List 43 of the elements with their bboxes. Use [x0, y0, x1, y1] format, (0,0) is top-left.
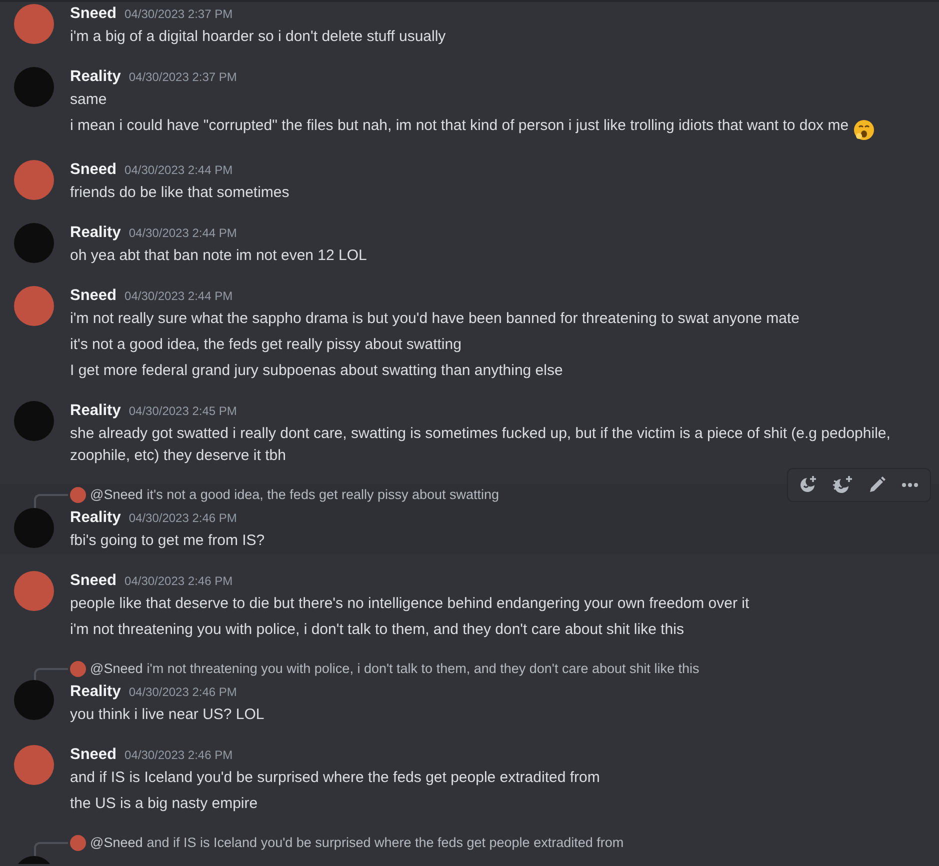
timestamp: 04/30/2023 2:46 PM [124, 747, 233, 764]
username: Sneed [70, 571, 117, 592]
timestamp: 04/30/2023 2:37 PM [128, 69, 237, 86]
message-text: the US is a big nasty empire [70, 794, 259, 814]
message-text: I get more federal grand jury subpoenas about swatting than anything else [70, 361, 564, 382]
timestamp: 04/30/2023 2:46 PM [124, 573, 233, 590]
message-text: i'm not really sure what the sappho drama is but you'd have been banned for threatening to swat anyone mate [70, 309, 801, 330]
message-text: you think i live near US? LOL [70, 705, 266, 726]
timestamp: 04/30/2023 2:44 PM [124, 162, 233, 180]
username: Reality [70, 223, 121, 244]
username: Sneed [70, 4, 117, 24]
reply-preview: it's not a good idea, the feds get really pissy about swatting [146, 486, 500, 504]
timestamp: 04/30/2023 2:44 PM [128, 225, 237, 242]
timestamp: 04/30/2023 2:37 PM [124, 6, 233, 23]
message-text: and if IS is Iceland you'd be surprised where the feds get people extradited from [70, 768, 601, 788]
message-text: same [70, 90, 108, 110]
reply-author: @Sneed [90, 834, 143, 852]
reply-preview: i'm not threatening you with police, i don't talk to them, and they don't care about shit like this [146, 660, 700, 678]
message-text: fbi's going to get me from IS? [70, 531, 266, 552]
message-text: i'm not threatening you with police, i don't talk to them, and they don't care about shit like this [70, 620, 685, 640]
username: Reality [70, 401, 121, 422]
username: Sneed [70, 160, 117, 180]
message-text: she already got swatted i really dont care, swatting is sometimes fucked up, but if the victim is a piece of shit (e.g pedophile, zoophile, etc) they deserve it tbh [70, 424, 892, 466]
message-text: friends do be like that sometimes [70, 183, 290, 204]
username: Reality [70, 508, 121, 528]
reply-preview: and if IS is Iceland you'd be surprised where the feds get people extradited from [146, 834, 624, 852]
timestamp: 04/30/2023 2:46 PM [128, 510, 237, 528]
super-reaction-icon[interactable] [832, 475, 854, 496]
message-text: people like that deserve to die but there's no intelligence behind endangering your own freedom over it [70, 594, 750, 614]
message-text: i mean i could have "corrupted" the files but nah, im not that kind of person i just like trolling idiots that want to dox me [70, 113, 939, 144]
timestamp: 04/30/2023 2:45 PM [128, 403, 237, 420]
reply-author: @Sneed [90, 486, 143, 504]
username: Reality [70, 67, 121, 87]
username: Reality [70, 682, 121, 702]
message-text: i'm a big of a digital hoarder so i don't delete stuff usually [70, 27, 447, 47]
message-text: oh yea abt that ban note im not even 12 LOL [70, 246, 368, 266]
pencil-icon[interactable] [868, 476, 886, 494]
username: Sneed [70, 745, 117, 766]
timestamp: 04/30/2023 2:44 PM [124, 288, 233, 306]
message-text: it's not a good idea, the feds get really pissy about swatting [70, 335, 462, 356]
reply-author: @Sneed [90, 660, 143, 678]
timestamp: 04/30/2023 2:46 PM [128, 684, 237, 702]
username: Sneed [70, 286, 117, 306]
